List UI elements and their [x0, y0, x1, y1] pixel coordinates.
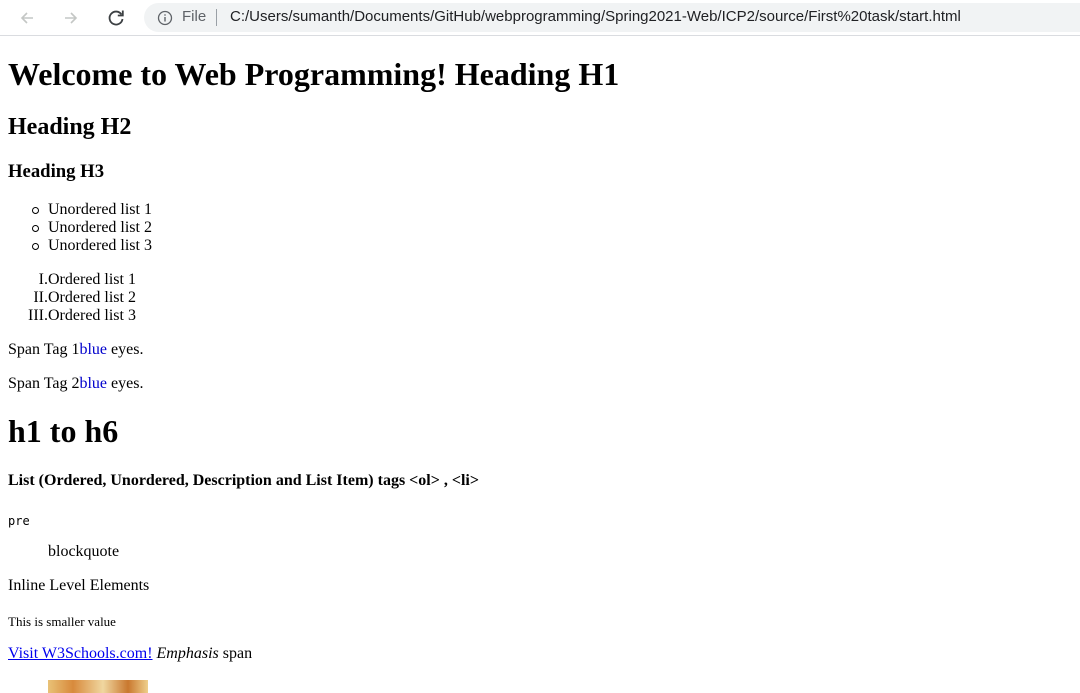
address-bar[interactable]: File C:/Users/sumanth/Documents/GitHub/w… — [144, 3, 1080, 32]
heading-h2: Heading H2 — [8, 114, 132, 140]
span-suffix: eyes. — [107, 375, 144, 392]
arrow-right-icon — [65, 12, 78, 24]
info-icon[interactable] — [157, 10, 173, 26]
ordered-list: I. Ordered list 1 II. Ordered list 2 III… — [8, 271, 136, 325]
blockquote: blockquote — [48, 543, 120, 560]
list-item: Unordered list 1 — [8, 201, 152, 219]
list-number: III. — [28, 307, 48, 324]
url-text[interactable]: C:/Users/sumanth/Documents/GitHub/webpro… — [230, 8, 961, 25]
page-content: Welcome to Web Programming! Heading H1 H… — [0, 37, 1080, 693]
list-item: I. Ordered list 1 — [8, 271, 136, 289]
image-thumbnail — [48, 680, 148, 693]
list-item-label: Ordered list 1 — [48, 271, 136, 288]
span-prefix: Span Tag 1 — [8, 341, 80, 358]
file-scheme-label: File — [182, 8, 207, 25]
forward-button[interactable] — [56, 3, 86, 33]
w3schools-link[interactable]: Visit W3Schools.com! — [8, 645, 153, 662]
heading-h3: Heading H3 — [8, 161, 105, 182]
span-blue-text: blue — [79, 375, 108, 392]
address-divider — [216, 9, 217, 26]
list-item: Unordered list 3 — [8, 237, 152, 255]
span-paragraph-1: Span Tag 1blue eyes. — [8, 341, 143, 359]
arrow-left-icon — [20, 12, 33, 24]
unordered-list: Unordered list 1 Unordered list 2 Unorde… — [8, 201, 152, 255]
inline-elements-text: Inline Level Elements — [8, 577, 150, 594]
heading-h4: List (Ordered, Unordered, Description an… — [8, 472, 479, 489]
browser-toolbar: File C:/Users/sumanth/Documents/GitHub/w… — [0, 0, 1080, 36]
span-prefix: Span Tag 2 — [8, 375, 80, 392]
list-item: II. Ordered list 2 — [8, 289, 136, 307]
reload-icon — [108, 10, 124, 26]
span-word: span — [218, 645, 253, 662]
reload-button[interactable] — [101, 3, 131, 33]
link-line: Visit W3Schools.com! Emphasis span — [8, 645, 252, 663]
span-blue-text: blue — [79, 341, 108, 358]
list-item: Unordered list 2 — [8, 219, 152, 237]
small-text: This is smaller value — [8, 614, 116, 629]
list-item-label: Ordered list 2 — [48, 289, 136, 306]
list-item-label: Ordered list 3 — [48, 307, 136, 324]
list-item: III. Ordered list 3 — [8, 307, 136, 325]
emphasis-text: Emphasis — [156, 645, 219, 662]
span-suffix: eyes. — [107, 341, 144, 358]
heading-h1-second: h1 to h6 — [8, 413, 119, 449]
pre-text: pre — [8, 514, 30, 528]
list-number: II. — [33, 289, 48, 306]
span-paragraph-2: Span Tag 2blue eyes. — [8, 375, 143, 393]
list-number: I. — [38, 271, 48, 288]
back-button[interactable] — [12, 3, 42, 33]
heading-h1: Welcome to Web Programming! Heading H1 — [8, 56, 620, 92]
